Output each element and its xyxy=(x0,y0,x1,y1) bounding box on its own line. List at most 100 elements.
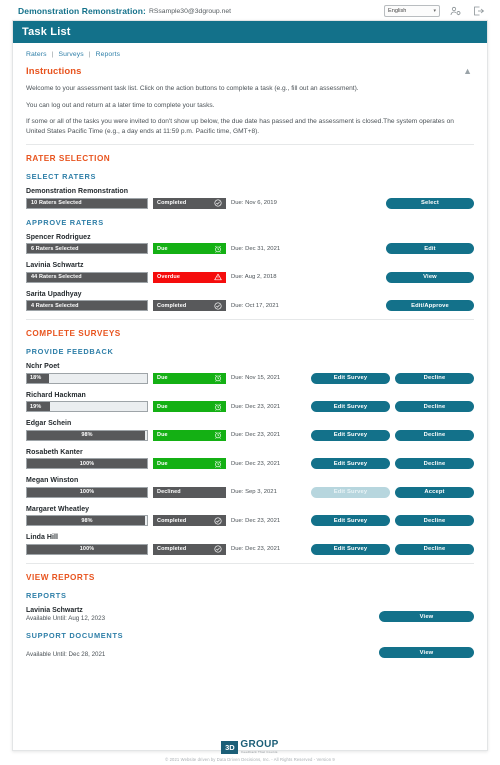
task-row: Richard Hackman 19% Due Due: Dec 23, 2021 Ed… xyxy=(26,392,474,413)
task-progress-bar: 6 Raters Selected xyxy=(26,243,148,255)
alarm-clock-icon xyxy=(214,460,222,468)
status-badge: Due xyxy=(153,372,226,384)
task-actions: Edit Survey Decline xyxy=(311,401,474,413)
status-badge-label: Completed xyxy=(157,517,187,524)
edit-survey-button[interactable]: Edit Survey xyxy=(311,543,390,555)
rater-selection-section: RATER SELECTION SELECT RATERS Demonstrat… xyxy=(26,154,474,312)
task-row: Spencer Rodriguez 6 Raters Selected Due Due… xyxy=(26,234,474,255)
task-progress-label: 98% xyxy=(81,517,93,524)
check-circle-icon xyxy=(214,545,222,553)
task-progress-bar: 4 Raters Selected xyxy=(26,300,148,312)
select-button[interactable]: Select xyxy=(386,197,474,209)
status-badge-label: Declined xyxy=(157,489,181,496)
edit-survey-button[interactable]: Edit Survey xyxy=(311,372,390,384)
warning-triangle-icon xyxy=(214,273,222,281)
task-progress-label: 100% xyxy=(79,546,95,553)
task-progress-bar: 18% xyxy=(26,372,148,384)
task-progress-label: 10 Raters Selected xyxy=(31,200,82,207)
report-name: Lavinia Schwartz xyxy=(26,606,83,614)
alarm-clock-icon xyxy=(214,374,222,382)
decline-button[interactable]: Decline xyxy=(395,372,474,384)
due-date: Due: Dec 23, 2021 xyxy=(231,460,281,467)
chevron-up-icon[interactable]: ▲ xyxy=(463,67,474,76)
task-subject-name: Megan Winston xyxy=(26,477,79,485)
chevron-down-icon: ▾ xyxy=(433,7,436,14)
status-badge: Due xyxy=(153,429,226,441)
edit-approve-button[interactable]: Edit/Approve xyxy=(386,300,474,312)
language-select-value: English xyxy=(388,8,407,14)
task-actions: Select xyxy=(386,197,474,209)
task-list-card: Task List Raters | Surveys | Reports Ins… xyxy=(12,20,488,751)
reports-rows: Lavinia Schwartz Available Until: Aug 12,… xyxy=(26,607,474,623)
card-body: Raters | Surveys | Reports Instructions … xyxy=(13,43,487,659)
logo-word-text: GROUP xyxy=(240,739,279,750)
edit-survey-button[interactable]: Edit Survey xyxy=(311,515,390,527)
edit-survey-button[interactable]: Edit Survey xyxy=(311,429,390,441)
view-button[interactable]: View xyxy=(386,271,474,283)
decline-button[interactable]: Decline xyxy=(395,543,474,555)
decline-button[interactable]: Decline xyxy=(395,401,474,413)
logout-icon[interactable] xyxy=(472,5,486,17)
report-available-until: Available Until: Aug 12, 2023 xyxy=(26,615,106,623)
instructions-paragraph: You can log out and return at a later ti… xyxy=(26,101,215,109)
alarm-clock-icon xyxy=(214,431,222,439)
task-list-page: Demonstration Remonstration: RSsample30@… xyxy=(0,0,500,765)
view-button[interactable]: View xyxy=(379,647,474,659)
decline-button[interactable]: Decline xyxy=(395,458,474,470)
account-email: RSsample30@3dgroup.net xyxy=(148,7,232,15)
language-select[interactable]: English ▾ xyxy=(384,5,440,17)
check-circle-icon xyxy=(214,517,222,525)
page-title: Task List xyxy=(22,26,71,38)
task-row: Sarita Upadhyay 4 Raters Selected Complete… xyxy=(26,291,474,312)
card-header: Task List xyxy=(13,21,487,43)
breadcrumb-link-raters[interactable]: Raters xyxy=(26,51,47,58)
instructions-header[interactable]: Instructions ▲ xyxy=(26,66,474,77)
complete-surveys-heading: Complete Surveys xyxy=(26,329,121,339)
select-raters-rows: Demonstration Remonstration 10 Raters Sel… xyxy=(26,188,474,209)
status-badge: Completed xyxy=(153,515,226,527)
task-row: Margaret Wheatley 98% Completed Due: Dec 23… xyxy=(26,506,474,527)
due-date: Due: Sep 3, 2021 xyxy=(231,489,277,496)
due-date: Due: Dec 23, 2021 xyxy=(231,517,281,524)
task-actions: Edit xyxy=(386,243,474,255)
status-badge-label: Completed xyxy=(157,546,187,553)
rater-selection-heading: RATER SELECTION xyxy=(26,154,111,164)
accept-button[interactable]: Accept xyxy=(395,486,474,498)
due-date: Due: Nov 15, 2021 xyxy=(231,375,281,382)
task-row: Megan Winston 100% Declined Due: Sep 3, 202… xyxy=(26,477,474,498)
due-date: Due: Dec 31, 2021 xyxy=(231,245,281,252)
decline-button[interactable]: Decline xyxy=(395,515,474,527)
status-badge: Overdue xyxy=(153,271,226,283)
task-subject-name: Rosabeth Kanter xyxy=(26,448,83,456)
report-available-until: Available Until: Dec 28, 2021 xyxy=(26,651,106,659)
task-progress-bar: 44 Raters Selected xyxy=(26,271,148,283)
task-progress-label: 100% xyxy=(79,489,95,496)
status-badge-label: Completed xyxy=(157,200,187,207)
report-row: Available Until: Dec 28, 2021 View xyxy=(26,647,474,659)
view-button[interactable]: View xyxy=(379,611,474,623)
task-actions: Edit Survey Decline xyxy=(311,429,474,441)
edit-button[interactable]: Edit xyxy=(386,243,474,255)
task-row: Demonstration Remonstration 10 Raters Sel… xyxy=(26,188,474,209)
instructions-heading: Instructions xyxy=(26,66,82,77)
edit-survey-button[interactable]: Edit Survey xyxy=(311,401,390,413)
user-gear-icon[interactable] xyxy=(449,5,463,17)
breadcrumb-link-reports[interactable]: Reports xyxy=(96,51,121,58)
copyright-text: © 2021 Website driven by Data Driven Dec… xyxy=(165,757,335,762)
decline-button[interactable]: Decline xyxy=(395,429,474,441)
check-circle-icon xyxy=(214,302,222,310)
status-badge: Completed xyxy=(153,197,226,209)
task-actions: Edit/Approve xyxy=(386,300,474,312)
edit-survey-button[interactable]: Edit Survey xyxy=(311,458,390,470)
approve-raters-rows: Spencer Rodriguez 6 Raters Selected Due Due… xyxy=(26,234,474,312)
reports-heading: REPORTS xyxy=(26,590,67,600)
task-row: Edgar Schein 98% Due Due: Dec 23, 2021 Edit … xyxy=(26,420,474,441)
provide-feedback-rows: Nchr Poet 18% Due Due: Nov 15, 2021 Edit Sur… xyxy=(26,363,474,555)
task-actions: Edit Survey Decline xyxy=(311,372,474,384)
select-raters-heading: SELECT RATERS xyxy=(26,172,97,182)
task-subject-name: Edgar Schein xyxy=(26,420,72,428)
breadcrumb-link-surveys[interactable]: Surveys xyxy=(59,51,84,58)
task-actions: Edit Survey Accept xyxy=(311,486,474,498)
task-progress-bar: 100% xyxy=(26,543,148,555)
task-subject-name: Lavinia Schwartz xyxy=(26,262,84,270)
